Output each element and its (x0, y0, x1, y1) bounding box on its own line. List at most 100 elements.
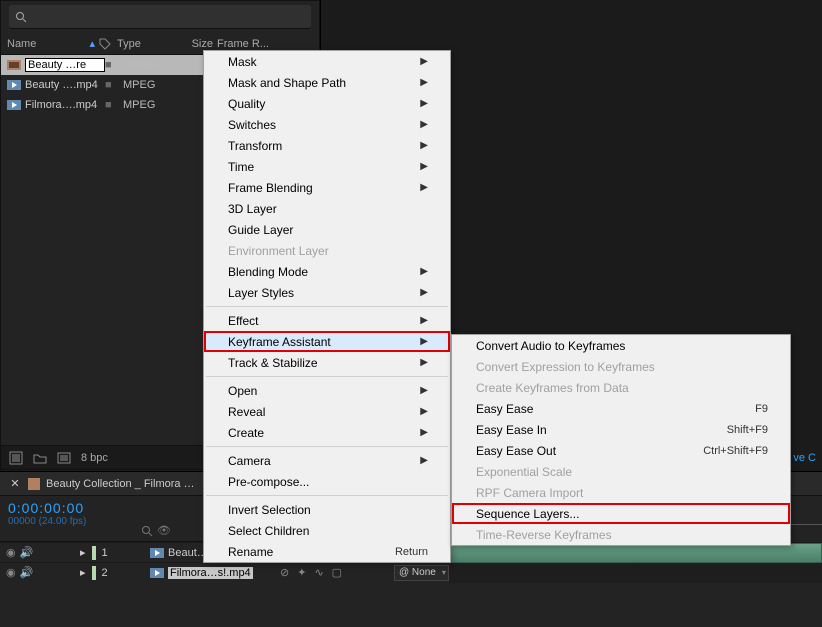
project-item-name: Beauty …re (25, 58, 105, 72)
new-folder-icon[interactable] (33, 451, 47, 465)
submenu-arrow-icon: ▶ (420, 455, 428, 466)
project-item-tag[interactable]: ■ (105, 59, 123, 71)
layer-switches[interactable]: ⊘ ✦ ∿ ▢ (274, 566, 394, 579)
submenu-item-create-keyframes-from-data: Create Keyframes from Data (452, 377, 790, 398)
column-size[interactable]: Size (177, 38, 217, 50)
av-toggles[interactable]: ◉🔊 (0, 566, 50, 579)
menu-item-label: Create Keyframes from Data (476, 381, 629, 395)
menu-item-quality[interactable]: Quality▶ (204, 93, 450, 114)
menu-item-label: Rename (228, 545, 273, 559)
bpc-label[interactable]: 8 bpc (81, 452, 108, 464)
menu-item-label: Effect (228, 314, 258, 328)
submenu-item-easy-ease[interactable]: Easy EaseF9 (452, 398, 790, 419)
layer-context-menu[interactable]: Mask▶Mask and Shape Path▶Quality▶Switche… (203, 50, 451, 563)
menu-item-transform[interactable]: Transform▶ (204, 135, 450, 156)
av-toggles[interactable]: ◉🔊 (0, 546, 50, 559)
audio-speaker-icon[interactable]: 🔊 (20, 546, 34, 559)
menu-item-effect[interactable]: Effect▶ (204, 310, 450, 331)
menu-item-pre-compose[interactable]: Pre-compose... (204, 471, 450, 492)
shy-icon[interactable]: 👁 (157, 524, 171, 537)
menu-item-keyframe-assistant[interactable]: Keyframe Assistant▶ (204, 331, 450, 352)
project-item-tag[interactable]: ■ (105, 99, 123, 111)
motion-blur-icon[interactable]: ⊘ (280, 566, 289, 579)
column-type[interactable]: Type (117, 38, 177, 50)
submenu-arrow-icon: ▶ (420, 77, 428, 88)
menu-item-mask-and-shape-path[interactable]: Mask and Shape Path▶ (204, 72, 450, 93)
menu-item-open[interactable]: Open▶ (204, 380, 450, 401)
submenu-item-easy-ease-in[interactable]: Easy Ease InShift+F9 (452, 419, 790, 440)
project-item-type: MPEG (123, 79, 183, 91)
menu-item-layer-styles[interactable]: Layer Styles ▶ (204, 282, 450, 303)
menu-item-label: Time (228, 160, 254, 174)
menu-item-environment-layer: Environment Layer (204, 240, 450, 261)
menu-separator (206, 306, 448, 307)
menu-item-mask[interactable]: Mask▶ (204, 51, 450, 72)
submenu-arrow-icon: ▶ (420, 161, 428, 172)
menu-item-label: Keyframe Assistant (228, 335, 331, 349)
collapse-icon[interactable]: ▢ (332, 566, 342, 579)
keyframe-assistant-submenu[interactable]: Convert Audio to Keyframes Convert Expres… (451, 334, 791, 546)
menu-item-frame-blending[interactable]: Frame Blending▶ (204, 177, 450, 198)
menu-item-camera[interactable]: Camera▶ (204, 450, 450, 471)
submenu-arrow-icon: ▶ (420, 287, 428, 298)
project-item-type: MPEG (123, 99, 183, 111)
layer-index[interactable]: ▸2 (80, 566, 150, 580)
submenu-item-time-reverse-keyframes: Time-Reverse Keyframes (452, 524, 790, 545)
menu-item-label: Easy Ease Out (476, 444, 556, 458)
video-eye-icon[interactable]: ◉ (6, 566, 16, 579)
twirl-icon[interactable]: ▸ (80, 566, 86, 579)
menu-item-invert-selection[interactable]: Invert Selection (204, 499, 450, 520)
menu-item-blending-mode[interactable]: Blending Mode▶ (204, 261, 450, 282)
timeline-layer-row[interactable]: ◉🔊▸2Filmora…s!.mp4⊘✦∿▢@ None (0, 562, 822, 582)
column-name[interactable]: Name▴ (7, 37, 99, 50)
new-comp-icon[interactable] (57, 451, 71, 465)
search-input[interactable] (31, 11, 305, 23)
submenu-item-sequence-layers[interactable]: Sequence Layers... (452, 503, 790, 524)
menu-item-label: Environment Layer (228, 244, 329, 258)
layer-track[interactable] (449, 563, 822, 583)
timecode-area[interactable]: 0:00:00:00 00000 (24.00 fps) (0, 496, 135, 541)
label-color[interactable] (92, 566, 96, 580)
menu-item-label: Convert Audio to Keyframes (476, 339, 625, 353)
search-input-row[interactable] (9, 5, 311, 29)
adjustment-icon[interactable]: ✦ (297, 566, 306, 579)
menu-item-label: Layer Styles (228, 286, 294, 300)
menu-item-track-stabilize[interactable]: Track & Stabilize▶ (204, 352, 450, 373)
pickwhip-icon[interactable]: @ (399, 567, 409, 578)
twirl-icon[interactable]: ▸ (80, 546, 86, 559)
layer-index[interactable]: ▸1 (80, 546, 150, 560)
menu-item-time[interactable]: Time ▶ (204, 156, 450, 177)
menu-item-label: Easy Ease (476, 402, 533, 416)
search-icon (15, 11, 27, 23)
menu-shortcut: Ctrl+Shift+F9 (703, 445, 768, 457)
menu-item-label: Open (228, 384, 257, 398)
column-frame-rate[interactable]: Frame R... (217, 38, 277, 50)
audio-speaker-icon[interactable]: 🔊 (20, 566, 34, 579)
menu-item-rename[interactable]: RenameReturn (204, 541, 450, 562)
project-item-type: Compos… (123, 59, 183, 71)
submenu-item-convert-audio-to-keyframes[interactable]: Convert Audio to Keyframes (452, 335, 790, 356)
label-color[interactable] (92, 546, 96, 560)
right-label: ve C (793, 452, 822, 470)
menu-item-select-children[interactable]: Select Children (204, 520, 450, 541)
parent-dropdown[interactable]: @ None (394, 565, 449, 581)
submenu-item-easy-ease-out[interactable]: Easy Ease Out Ctrl+Shift+F9 (452, 440, 790, 461)
close-tab-icon[interactable]: ✕ (8, 477, 22, 491)
menu-item-reveal[interactable]: Reveal▶ (204, 401, 450, 422)
video-eye-icon[interactable]: ◉ (6, 546, 16, 559)
interpret-footage-icon[interactable] (9, 451, 23, 465)
menu-separator (206, 376, 448, 377)
menu-item-3d-layer[interactable]: 3D Layer (204, 198, 450, 219)
column-tag[interactable] (99, 38, 117, 50)
search-layers-icon[interactable] (141, 525, 153, 537)
menu-item-label: Convert Expression to Keyframes (476, 360, 655, 374)
menu-item-create[interactable]: Create▶ (204, 422, 450, 443)
menu-item-label: Switches (228, 118, 276, 132)
layer-name-cell[interactable]: Filmora…s!.mp4 (150, 567, 274, 579)
menu-item-switches[interactable]: Switches▶ (204, 114, 450, 135)
menu-item-guide-layer[interactable]: Guide Layer (204, 219, 450, 240)
project-item-tag[interactable]: ■ (105, 79, 123, 91)
fx-icon[interactable]: ∿ (314, 566, 323, 579)
video-file-icon (150, 567, 164, 579)
timecode[interactable]: 0:00:00:00 (8, 500, 127, 516)
